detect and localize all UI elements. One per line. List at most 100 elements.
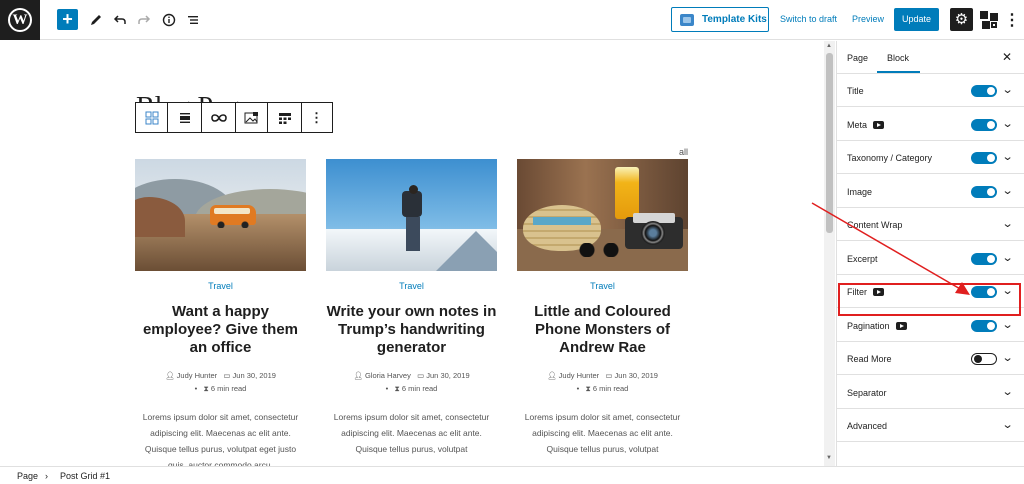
post-excerpt: Lorems ipsum dolor sit amet, consectetur…	[333, 412, 490, 454]
panel-label-text: Advanced	[847, 421, 888, 431]
preview-button[interactable]: Preview	[852, 14, 884, 24]
block-type-button[interactable]	[136, 103, 168, 132]
tools-button[interactable]	[88, 9, 104, 31]
post-author[interactable]: Judy Hunter	[177, 371, 217, 380]
plus-icon: +	[62, 9, 73, 29]
panel-label: Read More	[847, 354, 892, 364]
tab-page[interactable]: Page	[847, 53, 868, 63]
breadcrumb-page[interactable]: Page	[17, 471, 38, 481]
media-button[interactable]	[236, 103, 268, 132]
post-title-link[interactable]: Write your own notes in Trump’s handwrit…	[326, 303, 497, 357]
scroll-down-icon[interactable]: ▼	[826, 455, 832, 461]
panel-label-text: Taxonomy / Category	[847, 153, 933, 163]
block-breadcrumb: Page › Post Grid #1	[0, 466, 1024, 484]
panel-toggle[interactable]	[971, 353, 997, 365]
breadcrumb-post-grid[interactable]: Post Grid #1	[60, 471, 110, 481]
post-featured-image[interactable]	[517, 159, 688, 271]
panel-label-text: Separator	[847, 387, 887, 398]
redo-button[interactable]	[136, 9, 152, 31]
panel-toggle[interactable]	[971, 152, 997, 164]
panel-label-text: Read More	[847, 354, 892, 364]
info-icon	[162, 13, 176, 27]
post-category-link[interactable]: Travel	[135, 281, 306, 291]
chevron-down-icon[interactable]: ⌄	[1002, 318, 1014, 331]
post-title-link[interactable]: Want a happy employee? Give them an offi…	[135, 303, 306, 357]
align-icon	[179, 112, 190, 123]
chevron-down-icon[interactable]: ⌄	[1002, 117, 1014, 130]
chevron-down-icon[interactable]: ⌄	[1002, 217, 1014, 230]
close-icon[interactable]: ✕	[1002, 50, 1012, 64]
post-author[interactable]: Judy Hunter	[559, 371, 599, 380]
block-options-button[interactable]: ⋮	[302, 103, 332, 132]
undo-icon	[113, 15, 126, 24]
add-block-button[interactable]: +	[57, 9, 78, 30]
layout-button[interactable]	[268, 103, 302, 132]
panel-separator[interactable]: Separator ⌄	[837, 376, 1024, 409]
chevron-down-icon[interactable]: ⌄	[1002, 351, 1014, 364]
camera-illustration	[625, 213, 683, 249]
post-featured-image[interactable]	[135, 159, 306, 271]
panel-toggle[interactable]	[971, 252, 997, 265]
post-category-link[interactable]: Travel	[326, 281, 497, 291]
video-icon[interactable]	[873, 120, 885, 129]
switch-to-draft-button[interactable]: Switch to draft	[780, 14, 837, 24]
post-featured-image[interactable]	[326, 159, 497, 271]
kadence-blocks-button[interactable]	[980, 11, 998, 29]
chevron-down-icon[interactable]: ⌄	[1002, 385, 1014, 398]
user-icon: 👤︎	[353, 371, 365, 380]
more-vertical-icon: ⋮	[1004, 12, 1020, 29]
tab-block[interactable]: Block	[887, 53, 909, 63]
calendar-icon: ▭	[417, 371, 427, 380]
update-button[interactable]: Update	[894, 8, 939, 31]
list-view-button[interactable]	[184, 9, 202, 31]
list-view-icon	[188, 16, 198, 24]
canvas-scrollbar[interactable]: ▲ ▼	[824, 41, 835, 466]
panel-toggle[interactable]	[971, 185, 997, 198]
panel-label: Pagination	[847, 321, 907, 331]
wordpress-logo-button[interactable]: W	[0, 0, 40, 40]
filter-all-link[interactable]: all	[679, 147, 688, 157]
chevron-down-icon[interactable]: ⌄	[1002, 184, 1014, 197]
panel-excerpt[interactable]: Excerpt ⌄	[837, 242, 1024, 275]
scrollbar-thumb[interactable]	[826, 53, 833, 233]
settings-button[interactable]: ⚙	[950, 8, 973, 31]
post-meta: 👤︎ Gloria Harvey ▭ Jun 30, 2019 • ⧗ 6 mi…	[353, 371, 470, 393]
options-button[interactable]: ⋮	[1004, 9, 1020, 31]
post-category-link[interactable]: Travel	[517, 281, 688, 291]
post-author[interactable]: Gloria Harvey	[365, 371, 411, 380]
panel-toggle[interactable]	[971, 319, 997, 332]
post-meta: 👤︎ Judy Hunter ▭ Jun 30, 2019 • ⧗ 6 min …	[165, 371, 276, 393]
post-excerpt: Lorems ipsum dolor sit amet, consectetur…	[524, 412, 681, 454]
panel-image[interactable]: Image ⌄	[837, 175, 1024, 208]
panel-label: Separator	[847, 388, 887, 398]
post-card: Travel Want a happy employee? Give them …	[135, 159, 306, 466]
panel-meta[interactable]: Meta ⌄	[837, 108, 1024, 141]
chevron-down-icon[interactable]: ⌄	[1002, 251, 1014, 264]
clock-icon: ⧗	[203, 384, 211, 393]
panel-toggle[interactable]	[971, 85, 997, 97]
scroll-up-icon[interactable]: ▲	[826, 43, 832, 49]
post-meta: 👤︎ Judy Hunter ▭ Jun 30, 2019 • ⧗ 6 min …	[547, 371, 658, 393]
sidebar-tabs: Page Block ✕	[837, 41, 1024, 74]
editor-topbar: W + Template Kits Switch to draft Previe…	[0, 0, 1024, 40]
chevron-down-icon[interactable]: ⌄	[1002, 418, 1014, 431]
chevron-down-icon[interactable]: ⌄	[1002, 150, 1014, 163]
editor-canvas: Blog Page ⋮ all	[0, 41, 824, 466]
active-tab-indicator	[877, 71, 920, 73]
panel-advanced[interactable]: Advanced ⌄	[837, 409, 1024, 442]
align-button[interactable]	[168, 103, 202, 132]
video-icon[interactable]	[895, 321, 907, 330]
post-excerpt: Lorems ipsum dolor sit amet, consectetur…	[142, 412, 299, 466]
template-kits-button[interactable]: Template Kits	[671, 7, 769, 32]
panel-title[interactable]: Title ⌄	[837, 74, 1024, 107]
panel-content-wrap[interactable]: Content Wrap ⌄	[837, 208, 1024, 241]
panel-read-more[interactable]: Read More ⌄	[837, 342, 1024, 375]
details-button[interactable]	[160, 9, 178, 31]
post-title-link[interactable]: Little and Coloured Phone Monsters of An…	[517, 303, 688, 357]
undo-button[interactable]	[112, 9, 128, 31]
panel-label-text: Content Wrap	[847, 220, 903, 230]
loop-button[interactable]	[202, 103, 236, 132]
panel-toggle[interactable]	[971, 118, 997, 131]
chevron-down-icon[interactable]: ⌄	[1002, 83, 1014, 96]
panel-taxonomy-category[interactable]: Taxonomy / Category ⌄	[837, 141, 1024, 174]
